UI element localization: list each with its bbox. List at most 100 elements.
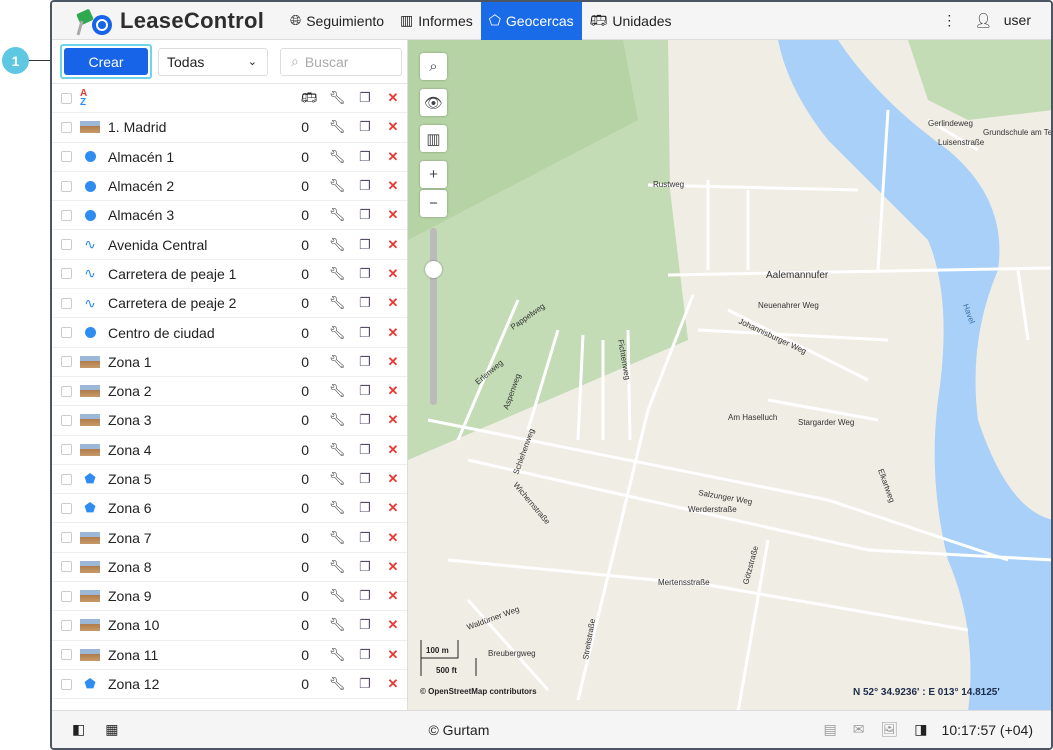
edit-icon[interactable]: 🔧︎ xyxy=(323,119,351,135)
list-item[interactable]: Zona 9 0 🔧︎ ❐ ✕ xyxy=(52,582,407,612)
delete-icon[interactable]: ✕ xyxy=(379,266,407,282)
list-item[interactable]: ⬟ Zona 6 0 🔧︎ ❐ ✕ xyxy=(52,494,407,524)
delete-icon[interactable]: ✕ xyxy=(379,178,407,194)
copy-icon[interactable]: ❐ xyxy=(351,500,379,516)
brand-logo[interactable]: LeaseControl xyxy=(74,5,282,37)
row-checkbox[interactable] xyxy=(61,561,72,573)
list-item[interactable]: Zona 7 0 🔧︎ ❐ ✕ xyxy=(52,523,407,553)
edit-icon[interactable]: 🔧︎ xyxy=(323,295,351,311)
list-item[interactable]: ⬟ Zona 5 0 🔧︎ ❐ ✕ xyxy=(52,465,407,495)
edit-icon[interactable]: 🔧︎ xyxy=(323,266,351,282)
map-view[interactable]: Rustweg Aalemannufer Neuenahrer Weg Joha… xyxy=(408,40,1051,710)
delete-icon[interactable]: ✕ xyxy=(379,471,407,487)
delete-icon[interactable]: ✕ xyxy=(379,207,407,223)
list-item[interactable]: Zona 4 0 🔧︎ ❐ ✕ xyxy=(52,436,407,465)
nav-unidades[interactable]: 🚌︎ Unidades xyxy=(582,2,680,40)
edit-icon[interactable]: 🔧︎ xyxy=(323,588,351,604)
list-item[interactable]: 1. Madrid 0 🔧︎ ❐ ✕ xyxy=(52,113,407,143)
row-checkbox[interactable] xyxy=(61,532,72,544)
edit-icon[interactable]: 🔧︎ xyxy=(323,237,351,253)
copy-icon[interactable]: ❐ xyxy=(351,617,379,633)
copy-icon[interactable]: ❐ xyxy=(351,647,379,663)
edit-icon[interactable]: 🔧︎ xyxy=(323,676,351,692)
map-search-button[interactable]: ⌕ xyxy=(420,53,447,80)
select-all-checkbox[interactable] xyxy=(61,92,72,104)
row-checkbox[interactable] xyxy=(61,414,72,426)
delete-icon[interactable]: ✕ xyxy=(379,647,407,663)
edit-icon[interactable]: 🔧︎ xyxy=(323,412,351,428)
row-checkbox[interactable] xyxy=(61,327,72,339)
delete-selected-icon[interactable]: ✕ xyxy=(379,90,407,106)
copy-icon[interactable]: ❐ xyxy=(351,295,379,311)
copy-icon[interactable]: ❐ xyxy=(351,412,379,428)
zoom-out-button[interactable]: − xyxy=(420,190,447,217)
edit-icon[interactable]: 🔧︎ xyxy=(323,617,351,633)
copy-icon[interactable]: ❐ xyxy=(351,237,379,253)
more-menu-icon[interactable]: ⋮ xyxy=(942,12,956,29)
row-checkbox[interactable] xyxy=(61,385,72,397)
list-item[interactable]: Almacén 2 0 🔧︎ ❐ ✕ xyxy=(52,172,407,202)
notifications-icon[interactable]: ▤ xyxy=(824,721,837,738)
edit-icon[interactable]: 🔧︎ xyxy=(323,442,351,458)
row-checkbox[interactable] xyxy=(61,297,72,309)
toggle-panel-icon[interactable]: ◧ xyxy=(72,721,85,738)
row-checkbox[interactable] xyxy=(61,649,72,661)
row-checkbox[interactable] xyxy=(61,356,72,368)
edit-icon[interactable]: 🔧︎ xyxy=(323,383,351,399)
list-item[interactable]: Almacén 1 0 🔧︎ ❐ ✕ xyxy=(52,143,407,172)
nav-informes[interactable]: ▥ Informes xyxy=(392,2,481,40)
row-checkbox[interactable] xyxy=(61,590,72,602)
delete-icon[interactable]: ✕ xyxy=(379,500,407,516)
row-checkbox[interactable] xyxy=(61,444,72,456)
row-checkbox[interactable] xyxy=(61,209,72,221)
row-checkbox[interactable] xyxy=(61,502,72,514)
copy-icon[interactable]: ❐ xyxy=(351,588,379,604)
list-item[interactable]: Zona 8 0 🔧︎ ❐ ✕ xyxy=(52,553,407,583)
row-checkbox[interactable] xyxy=(61,121,72,133)
map-visibility-button[interactable]: 👁︎ xyxy=(420,89,447,116)
copy-icon[interactable]: ❐ xyxy=(351,119,379,135)
gallery-icon[interactable]: 🖼︎ xyxy=(881,721,899,738)
messages-icon[interactable]: ✉︎ xyxy=(853,721,865,738)
delete-icon[interactable]: ✕ xyxy=(379,559,407,575)
row-checkbox[interactable] xyxy=(61,268,72,280)
row-checkbox[interactable] xyxy=(61,239,72,251)
list-item[interactable]: ∿ Carretera de peaje 2 0 🔧︎ ❐ ✕ xyxy=(52,289,407,319)
copy-icon[interactable]: ❐ xyxy=(351,559,379,575)
delete-icon[interactable]: ✕ xyxy=(379,412,407,428)
row-checkbox[interactable] xyxy=(61,678,72,690)
delete-icon[interactable]: ✕ xyxy=(379,530,407,546)
map-layers-button[interactable]: ▥ xyxy=(420,125,447,152)
search-input[interactable]: ⌕ Buscar xyxy=(280,47,402,76)
copy-icon[interactable]: ❐ xyxy=(351,383,379,399)
delete-icon[interactable]: ✕ xyxy=(379,325,407,341)
delete-icon[interactable]: ✕ xyxy=(379,617,407,633)
delete-icon[interactable]: ✕ xyxy=(379,383,407,399)
list-item[interactable]: Zona 1 0 🔧︎ ❐ ✕ xyxy=(52,348,407,377)
list-item[interactable]: Zona 3 0 🔧︎ ❐ ✕ xyxy=(52,406,407,436)
delete-icon[interactable]: ✕ xyxy=(379,149,407,165)
list-item[interactable]: Centro de ciudad 0 🔧︎ ❐ ✕ xyxy=(52,318,407,348)
copy-icon[interactable]: ❐ xyxy=(351,442,379,458)
delete-icon[interactable]: ✕ xyxy=(379,295,407,311)
edit-icon[interactable]: 🔧︎ xyxy=(323,325,351,341)
layout-icon[interactable]: ◨ xyxy=(914,721,927,738)
delete-icon[interactable]: ✕ xyxy=(379,588,407,604)
list-item[interactable]: Almacén 3 0 🔧︎ ❐ ✕ xyxy=(52,201,407,231)
delete-icon[interactable]: ✕ xyxy=(379,676,407,692)
edit-icon[interactable]: 🔧︎ xyxy=(323,471,351,487)
delete-icon[interactable]: ✕ xyxy=(379,237,407,253)
copy-icon[interactable]: ❐ xyxy=(351,207,379,223)
delete-icon[interactable]: ✕ xyxy=(379,442,407,458)
copy-icon[interactable]: ❐ xyxy=(351,676,379,692)
zoom-in-button[interactable]: + xyxy=(420,161,447,188)
list-item[interactable]: ⬟ Zona 12 0 🔧︎ ❐ ✕ xyxy=(52,670,407,700)
copy-icon[interactable]: ❐ xyxy=(351,354,379,370)
copy-icon[interactable]: ❐ xyxy=(351,266,379,282)
list-item[interactable]: ∿ Carretera de peaje 1 0 🔧︎ ❐ ✕ xyxy=(52,260,407,290)
filter-select[interactable]: Todas ⌄ xyxy=(158,47,268,76)
row-checkbox[interactable] xyxy=(61,180,72,192)
create-button[interactable]: Crear xyxy=(64,48,148,75)
copy-icon[interactable]: ❐ xyxy=(351,530,379,546)
sort-az-icon[interactable]: AZ xyxy=(80,89,87,108)
